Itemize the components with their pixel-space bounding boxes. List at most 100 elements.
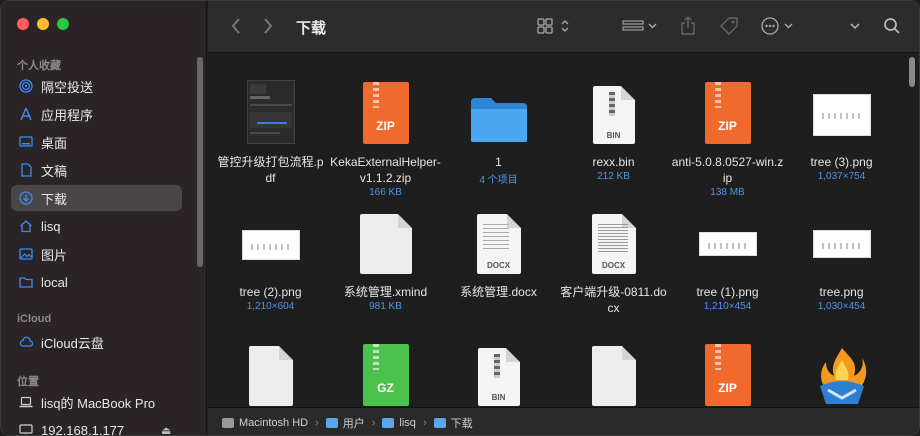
file-type-label: ZIP — [718, 381, 737, 395]
file-thumbnail — [441, 76, 556, 144]
file-item[interactable] — [556, 338, 671, 406]
file-item[interactable]: 管控升级打包流程.pdf — [213, 76, 328, 186]
zoom-window-button[interactable] — [57, 18, 69, 30]
blank-file-icon — [591, 346, 636, 406]
sidebar-item-label: lisq — [41, 218, 61, 234]
file-type-label: ZIP — [718, 119, 737, 133]
app-installer-icon — [819, 348, 866, 404]
file-thumbnail — [213, 206, 328, 274]
path-segment[interactable]: lisq — [399, 417, 416, 429]
path-segment[interactable]: 用户 — [343, 415, 365, 431]
folder-icon — [325, 417, 338, 428]
sidebar-item-documents[interactable]: 文稿 — [11, 157, 182, 183]
sidebar-header-locations: 位置 — [17, 376, 39, 388]
file-meta: 166 KB — [369, 187, 402, 198]
zip-file-icon: ZIP — [704, 344, 751, 406]
file-item[interactable]: 系统管理.xmind 981 KB — [328, 206, 443, 312]
sidebar-item-local[interactable]: local — [11, 269, 182, 295]
file-item[interactable] — [784, 338, 899, 406]
minimize-window-button[interactable] — [37, 18, 49, 30]
sidebar-item-icloud-drive[interactable]: iCloud云盘 — [11, 329, 182, 355]
file-item[interactable]: tree.png 1,030×454 — [784, 206, 899, 312]
sidebar-item-macbook[interactable]: lisq的 MacBook Pro — [11, 389, 182, 415]
image-thumbnail — [812, 230, 871, 258]
zip-file-icon: ZIP — [362, 82, 409, 144]
file-item[interactable]: GZ — [328, 338, 443, 406]
back-button[interactable] — [228, 15, 244, 37]
sidebar-item-airdrop[interactable]: 隔空投送 — [11, 73, 182, 99]
file-item[interactable]: 1 4 个项目 — [441, 76, 556, 186]
sidebar-item-label: 192.168.1.177 — [41, 422, 125, 436]
file-thumbnail — [784, 206, 899, 274]
sidebar-item-network-host[interactable]: 192.168.1.177 — [11, 417, 182, 436]
path-segment[interactable]: Macintosh HD — [239, 417, 308, 429]
image-thumbnail — [698, 232, 757, 256]
window-title: 下载 — [296, 20, 327, 37]
desktop-icon — [19, 135, 33, 149]
file-type-label: DOCX — [486, 261, 511, 270]
file-item[interactable]: tree (2).png 1,210×604 — [213, 206, 328, 312]
more-actions-button[interactable] — [760, 15, 796, 37]
file-item[interactable]: DOCX 系统管理.docx — [441, 206, 556, 300]
sidebar-header-favorites: 个人收藏 — [17, 60, 61, 72]
image-thumbnail — [812, 94, 871, 136]
blank-file-icon — [248, 346, 293, 406]
file-item[interactable] — [213, 338, 328, 406]
tag-icon — [720, 17, 738, 35]
eject-icon[interactable]: ⏏ — [161, 424, 173, 435]
sidebar-item-pictures[interactable]: 图片 — [11, 241, 182, 267]
file-name: tree (1).png — [696, 285, 759, 299]
chevron-right-icon: › — [422, 416, 427, 429]
share-icon — [681, 16, 695, 35]
sidebar-item-label: 应用程序 — [41, 107, 94, 123]
file-item[interactable]: DOCX 客户端升级-0811.docx — [556, 206, 671, 316]
search-button[interactable] — [882, 15, 902, 37]
sidebar-item-desktop[interactable]: 桌面 — [11, 129, 182, 155]
sidebar-item-label: 下载 — [41, 191, 68, 207]
file-item[interactable]: tree (1).png 1,210×454 — [670, 206, 785, 312]
chevron-right-icon: › — [315, 416, 319, 429]
sidebar-scrollbar[interactable] — [197, 57, 203, 267]
tag-button[interactable] — [718, 15, 740, 37]
file-type-label: DOCX — [601, 261, 626, 270]
file-thumbnail: GZ — [328, 338, 443, 406]
file-item[interactable]: ZIP anti-5.0.8.0527-win.zip 138 MB — [670, 76, 785, 198]
document-icon — [19, 163, 33, 177]
pictures-icon — [19, 247, 33, 261]
file-item[interactable]: BIN — [441, 338, 556, 406]
close-window-button[interactable] — [17, 18, 29, 30]
group-by-button[interactable] — [622, 15, 660, 37]
sidebar-item-downloads[interactable]: 下载 — [11, 185, 182, 211]
file-thumbnail: ZIP — [328, 76, 443, 144]
forward-button[interactable] — [260, 15, 276, 37]
image-thumbnail — [241, 230, 300, 260]
file-name: 系统管理.docx — [460, 285, 537, 299]
file-thumbnail — [328, 206, 443, 274]
file-name: tree (2).png — [239, 285, 302, 299]
airdrop-icon — [19, 79, 33, 93]
hard-disk-icon — [222, 417, 234, 428]
file-meta: 1,210×454 — [703, 301, 752, 312]
file-item[interactable]: tree (3).png 1,037×754 — [784, 76, 899, 182]
sidebar-item-label: 桌面 — [41, 135, 68, 151]
sidebar-item-applications[interactable]: 应用程序 — [11, 101, 182, 127]
docx-file-icon: DOCX — [476, 214, 521, 274]
file-thumbnail — [213, 338, 328, 406]
file-name: 1 — [495, 155, 502, 169]
path-segment[interactable]: 下载 — [451, 415, 473, 431]
docx-file-icon: DOCX — [591, 214, 636, 274]
file-type-label: BIN — [606, 131, 621, 140]
icloud-icon — [19, 335, 33, 349]
file-thumbnail — [670, 206, 785, 274]
file-thumbnail — [556, 338, 671, 406]
file-item[interactable]: ZIP KekaExternalHelper-v1.1.2.zip 166 KB — [328, 76, 443, 198]
content-scrollbar[interactable] — [909, 57, 915, 87]
downloads-icon — [19, 191, 33, 205]
sidebar-item-home[interactable]: lisq — [11, 213, 182, 239]
view-mode-button[interactable] — [536, 15, 572, 37]
file-item[interactable]: ZIP — [670, 338, 785, 406]
zip-file-icon: ZIP — [704, 82, 751, 144]
expand-toolbar-button[interactable] — [848, 15, 862, 37]
share-button[interactable] — [678, 15, 698, 37]
file-item[interactable]: BIN rexx.bin 212 KB — [556, 76, 671, 182]
